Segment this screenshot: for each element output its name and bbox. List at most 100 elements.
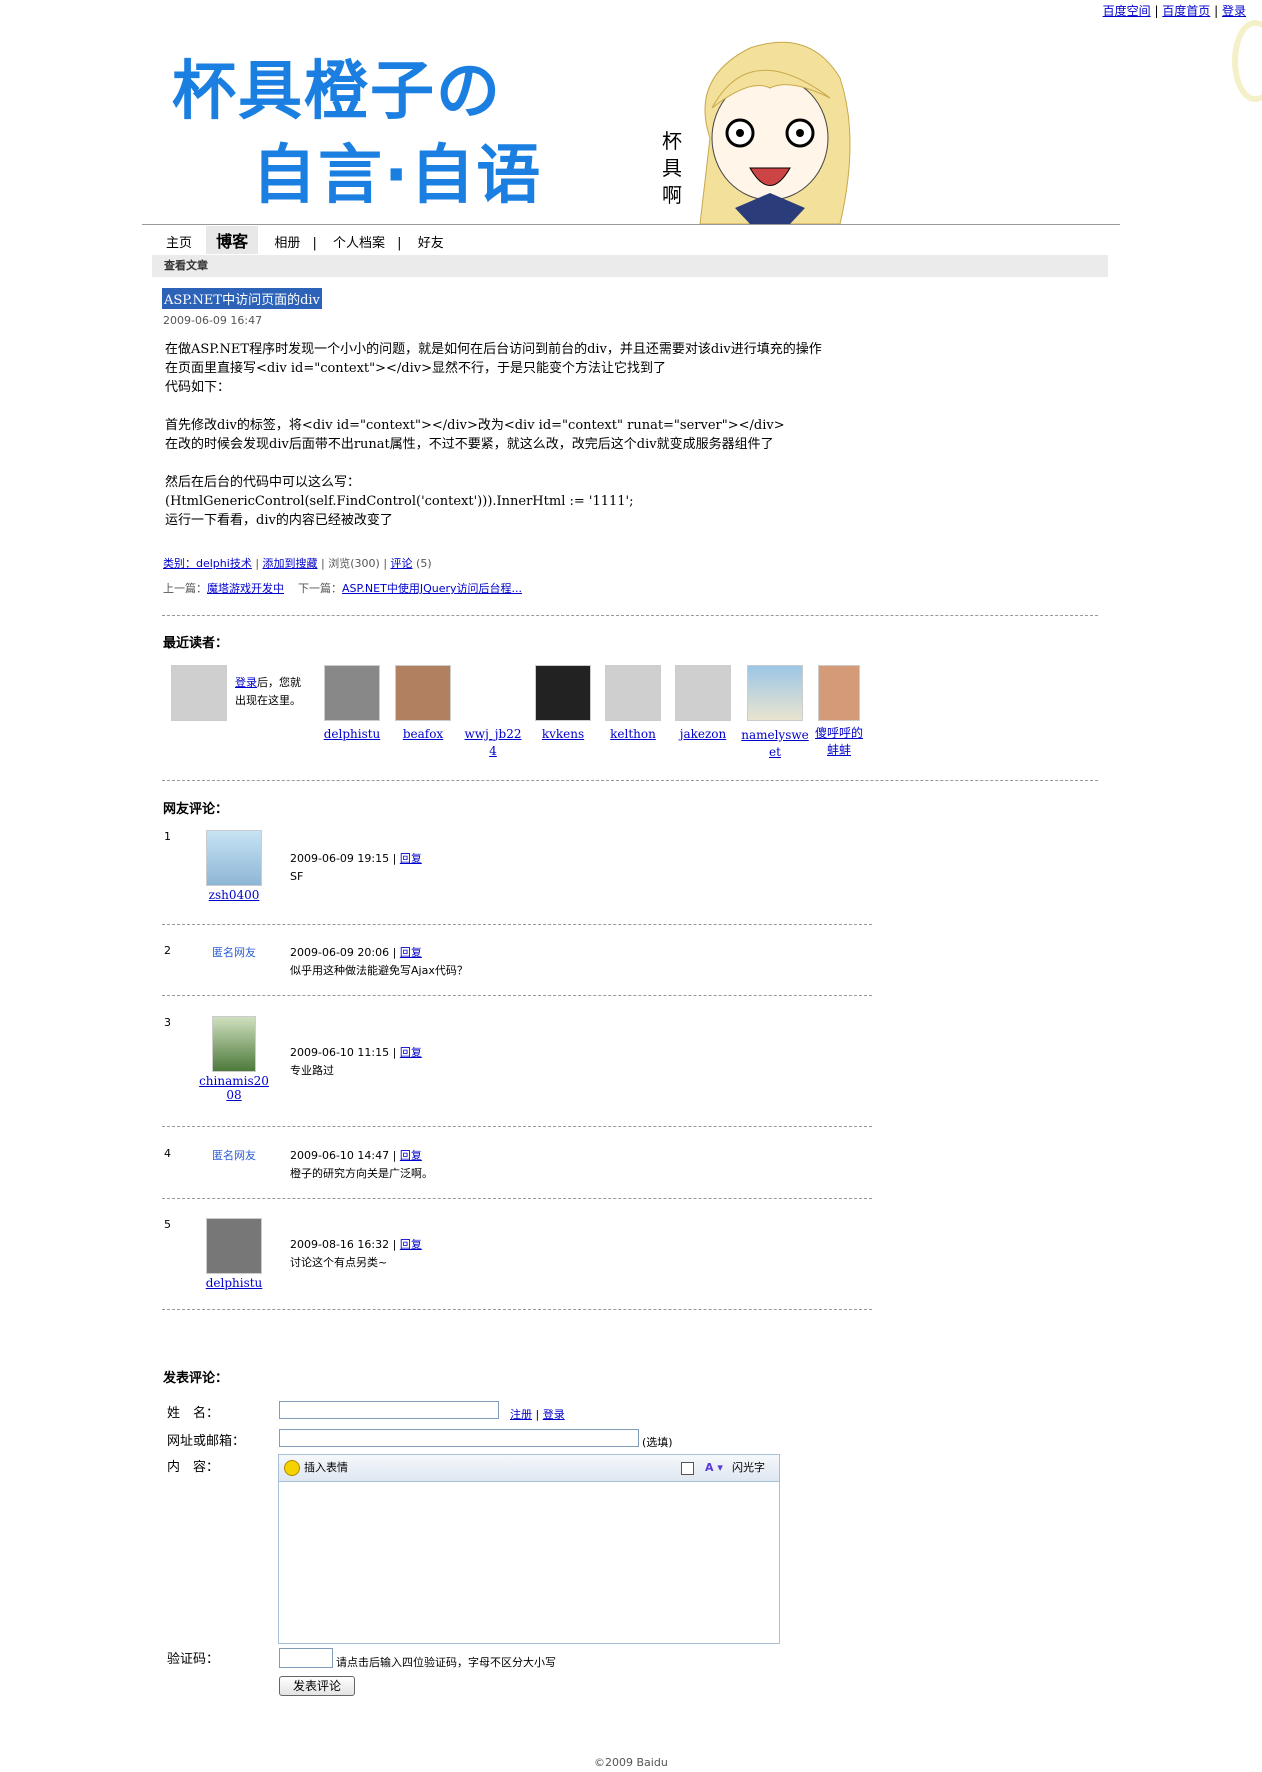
smile-icon[interactable] bbox=[284, 1460, 300, 1476]
reader-name[interactable]: 傻呼呼的 bbox=[811, 725, 867, 742]
flash-font-icon[interactable]: A ▾ bbox=[705, 1455, 723, 1481]
comment-info: 2009-08-16 16:32 | 回复 讨论这个有点另类~ bbox=[290, 1238, 422, 1269]
reader-item[interactable]: beafox bbox=[393, 665, 453, 741]
header-side-char-1: 杯 bbox=[662, 129, 682, 153]
reader-item[interactable]: jakezon bbox=[673, 665, 733, 741]
anime-character-image: 杯 具 啊 bbox=[662, 41, 851, 224]
flash-checkbox[interactable] bbox=[681, 1462, 694, 1475]
comment-time: 2009-06-10 11:15 bbox=[290, 1046, 390, 1059]
reader-name[interactable]: 4 bbox=[460, 743, 526, 760]
register-link[interactable]: 注册 bbox=[510, 1408, 532, 1421]
comment-number: 1 bbox=[164, 830, 171, 843]
comment-count: (5) bbox=[416, 557, 432, 570]
top-login-link[interactable]: 登录 bbox=[1222, 4, 1246, 18]
comment-link[interactable]: 评论 bbox=[391, 557, 413, 570]
comment-text: SF bbox=[290, 870, 304, 883]
baidu-space-link[interactable]: 百度空间 bbox=[1103, 4, 1151, 18]
reader-avatar[interactable] bbox=[535, 665, 591, 721]
add-favorite-link[interactable]: 添加到搜藏 bbox=[263, 557, 318, 570]
reader-login-link[interactable]: 登录 bbox=[235, 676, 257, 689]
url-label: 网址或邮箱： bbox=[167, 1434, 246, 1449]
reader-avatar[interactable] bbox=[605, 665, 661, 721]
reply-link[interactable]: 回复 bbox=[400, 946, 422, 959]
reader-item[interactable]: kelthon bbox=[603, 665, 663, 741]
optional-text: (选填) bbox=[642, 1436, 673, 1449]
nav-album[interactable]: 相册 bbox=[274, 232, 300, 251]
comment-author[interactable]: chinamis20 08 bbox=[194, 1016, 274, 1102]
reader-name[interactable]: et bbox=[740, 744, 810, 761]
content-editor[interactable]: 插入表情 A ▾ 闪光字 bbox=[278, 1454, 780, 1644]
name-input[interactable] bbox=[279, 1401, 499, 1419]
comment-user-link[interactable]: delphistu bbox=[204, 1276, 264, 1290]
reader-name[interactable]: kvkens bbox=[533, 727, 593, 741]
reply-link[interactable]: 回复 bbox=[400, 1149, 422, 1162]
reader-name[interactable]: 蚌蚌 bbox=[811, 742, 867, 759]
captcha-hint: 请点击后输入四位验证码，字母不区分大小写 bbox=[336, 1656, 556, 1669]
blog-title-line2: 自言·自语 bbox=[252, 139, 543, 213]
insert-emoticon-button[interactable]: 插入表情 bbox=[304, 1455, 348, 1481]
comment-author: 匿名网友 bbox=[204, 944, 264, 960]
reader-name[interactable]: beafox bbox=[393, 727, 453, 741]
next-article-link[interactable]: ASP.NET中使用JQuery访问后台程... bbox=[342, 582, 522, 595]
form-login-link[interactable]: 登录 bbox=[543, 1408, 565, 1421]
reader-name[interactable]: wwj_jb22 bbox=[460, 726, 526, 743]
nav-sep: | bbox=[397, 236, 402, 251]
reader-avatar[interactable] bbox=[675, 665, 731, 721]
captcha-input[interactable] bbox=[279, 1648, 333, 1668]
reader-name[interactable]: jakezon bbox=[673, 727, 733, 741]
next-label: 下一篇： bbox=[298, 582, 342, 595]
nav-profile[interactable]: 个人档案 bbox=[333, 232, 385, 251]
reader-item[interactable]: namelyswe et bbox=[740, 665, 810, 761]
hint-text: 出现在这里。 bbox=[235, 694, 301, 707]
url-input[interactable] bbox=[279, 1429, 639, 1447]
comment-avatar[interactable] bbox=[212, 1016, 256, 1072]
reader-avatar[interactable] bbox=[395, 665, 451, 721]
comment-author[interactable]: zsh0400 bbox=[204, 830, 264, 902]
reply-link[interactable]: 回复 bbox=[400, 1238, 422, 1251]
content-label: 内 容： bbox=[167, 1460, 220, 1475]
reader-item[interactable]: 傻呼呼的 蚌蚌 bbox=[811, 665, 867, 759]
comment-text: 橙子的研究方向关是广泛啊。 bbox=[290, 1167, 433, 1180]
reader-avatar[interactable] bbox=[324, 665, 380, 721]
article-paragraph: 代码如下： bbox=[165, 380, 231, 395]
reader-avatar[interactable] bbox=[818, 665, 860, 721]
comment-author[interactable]: delphistu bbox=[204, 1218, 264, 1290]
article-code: (HtmlGenericControl(self.FindControl('co… bbox=[165, 494, 634, 509]
header-side-char-3: 啊 bbox=[662, 183, 682, 207]
reader-avatar[interactable] bbox=[747, 665, 803, 721]
nav-home[interactable]: 主页 bbox=[166, 232, 192, 251]
category-link[interactable]: 类别：delphi技术 bbox=[163, 557, 252, 570]
comment-avatar[interactable] bbox=[206, 1218, 262, 1274]
nav-friends[interactable]: 好友 bbox=[418, 232, 444, 251]
comment-user-link[interactable]: zsh0400 bbox=[204, 888, 264, 902]
reply-link[interactable]: 回复 bbox=[400, 1046, 422, 1059]
editor-toolbar: 插入表情 A ▾ 闪光字 bbox=[279, 1455, 779, 1482]
view-count: 浏览(300) bbox=[328, 557, 380, 570]
comment-avatar[interactable] bbox=[206, 830, 262, 886]
comment-time: 2009-08-16 16:32 bbox=[290, 1238, 390, 1251]
divider bbox=[162, 924, 872, 925]
reader-item[interactable]: wwj_jb22 4 bbox=[460, 722, 526, 760]
submit-comment-button[interactable]: 发表评论 bbox=[279, 1676, 355, 1696]
comment-user: 匿名网友 bbox=[212, 1149, 256, 1162]
divider bbox=[162, 1126, 872, 1127]
comment-author: 匿名网友 bbox=[204, 1147, 264, 1163]
article-body: 在做ASP.NET程序时发现一个小小的问题，就是如何在后台访问到前台的div，并… bbox=[165, 340, 822, 530]
comment-user-link[interactable]: 08 bbox=[194, 1088, 274, 1102]
comment-time: 2009-06-09 19:15 bbox=[290, 852, 390, 865]
reply-link[interactable]: 回复 bbox=[400, 852, 422, 865]
reader-name[interactable]: namelyswe bbox=[740, 727, 810, 744]
article-meta: 类别：delphi技术 | 添加到搜藏 | 浏览(300) | 评论 (5) bbox=[163, 557, 432, 570]
reader-name[interactable]: delphistu bbox=[322, 727, 382, 741]
comment-number: 5 bbox=[164, 1218, 171, 1231]
reader-item[interactable]: delphistu bbox=[322, 665, 382, 741]
reader-item[interactable]: kvkens bbox=[533, 665, 593, 741]
divider bbox=[162, 995, 872, 996]
comment-user-link[interactable]: chinamis20 bbox=[194, 1074, 274, 1088]
reader-name[interactable]: kelthon bbox=[603, 727, 663, 741]
comment-info: 2009-06-10 11:15 | 回复 专业路过 bbox=[290, 1046, 422, 1077]
prev-article-link[interactable]: 魔塔游戏开发中 bbox=[207, 582, 284, 595]
baidu-home-link[interactable]: 百度首页 bbox=[1162, 4, 1210, 18]
nav-blog[interactable]: 博客 bbox=[206, 226, 259, 254]
corner-decoration bbox=[1232, 20, 1262, 102]
